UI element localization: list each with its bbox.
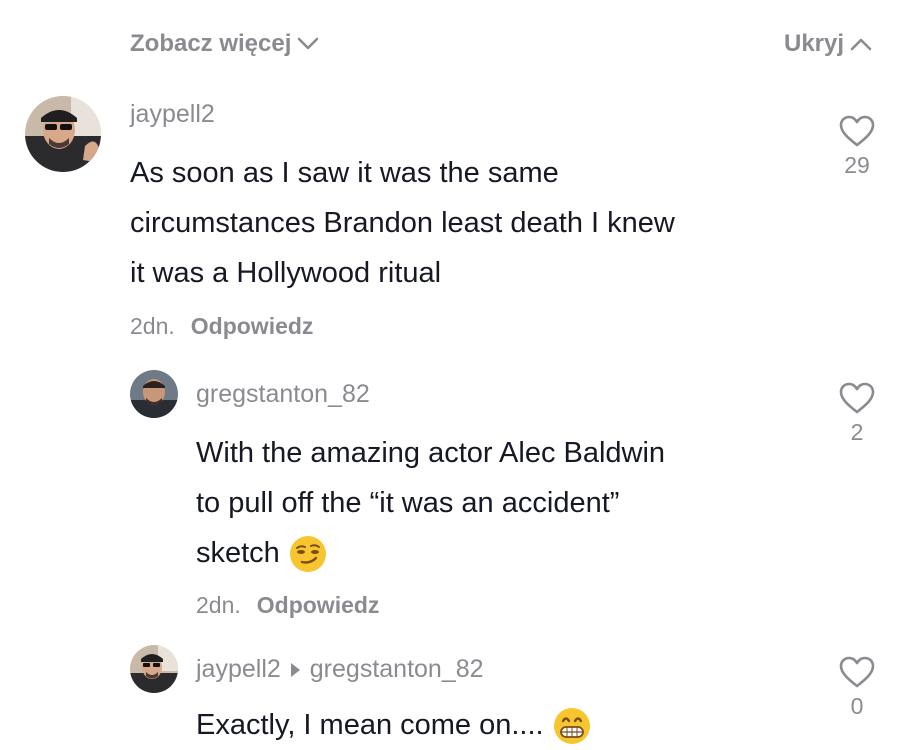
comment-text-line: circumstances Brandon least death I knew xyxy=(130,207,675,239)
avatar[interactable] xyxy=(130,645,178,693)
hide-link[interactable]: Ukryj xyxy=(784,30,872,58)
comment-text: As soon as I saw it was the same circums… xyxy=(130,148,810,298)
comment-text-line-with-emoji: sketch xyxy=(196,528,816,578)
avatar[interactable] xyxy=(130,370,178,418)
like-button[interactable]: 2 xyxy=(827,381,887,446)
comment-time: 2dn. xyxy=(130,313,175,339)
avatar-image xyxy=(25,96,101,172)
comment-text-line: it was a Hollywood ritual xyxy=(130,257,442,289)
avatar-image xyxy=(130,645,178,693)
reply-header: jaypell2 gregstanton_82 xyxy=(196,655,484,684)
comment-text-line: With the amazing actor Alec Baldwin xyxy=(196,437,666,469)
like-button[interactable]: 0 xyxy=(827,655,887,720)
reply-arrow-icon xyxy=(290,662,300,677)
comment-text: Exactly, I mean come on.... xyxy=(196,700,816,750)
comment-meta: 2dn. Odpowiedz xyxy=(196,592,379,619)
heart-icon xyxy=(839,382,875,414)
grin-emoji-icon xyxy=(553,708,590,745)
smirk-emoji-icon xyxy=(289,536,326,573)
chevron-up-icon xyxy=(850,38,872,51)
reply-button[interactable]: Odpowiedz xyxy=(191,313,314,340)
heart-icon xyxy=(839,115,875,147)
avatar-image xyxy=(130,370,178,418)
comment-meta: 2dn. Odpowiedz xyxy=(130,313,313,340)
like-count: 29 xyxy=(844,152,870,178)
comment-text: With the amazing actor Alec Baldwin to p… xyxy=(196,428,816,578)
comment-username[interactable]: gregstanton_82 xyxy=(196,380,370,409)
hide-label: Ukryj xyxy=(784,30,845,57)
heart-icon xyxy=(839,656,875,688)
like-count: 0 xyxy=(850,693,864,719)
see-more-label: Zobacz więcej xyxy=(130,30,292,57)
comment-text-line: Exactly, I mean come on.... xyxy=(196,709,544,741)
comment-text-line: to pull off the “it was an accident” xyxy=(196,487,620,519)
reply-button[interactable]: Odpowiedz xyxy=(257,592,380,619)
comment-text-line: sketch xyxy=(196,537,280,569)
like-count: 2 xyxy=(850,419,864,445)
comment-username[interactable]: jaypell2 xyxy=(130,100,215,129)
like-button[interactable]: 29 xyxy=(827,114,887,179)
comment-time: 2dn. xyxy=(196,592,241,618)
chevron-down-icon xyxy=(298,37,319,50)
reply-to-username[interactable]: gregstanton_82 xyxy=(310,655,484,684)
avatar[interactable] xyxy=(25,96,101,172)
comment-text-line: As soon as I saw it was the same xyxy=(130,157,559,189)
see-more-link[interactable]: Zobacz więcej xyxy=(130,30,319,58)
comment-username[interactable]: jaypell2 xyxy=(196,655,281,684)
comment-text-line-with-emoji: Exactly, I mean come on.... xyxy=(196,700,816,750)
